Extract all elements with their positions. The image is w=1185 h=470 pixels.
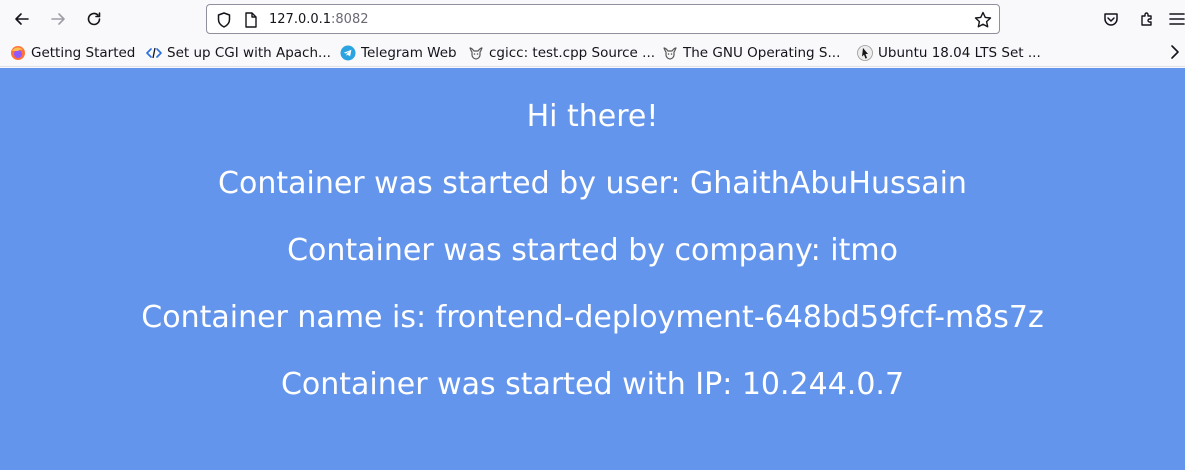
gnu-icon [663, 47, 677, 60]
extensions-button[interactable] [1136, 8, 1158, 30]
code-icon [146, 47, 162, 59]
bookmark-telegram[interactable]: Telegram Web [340, 43, 457, 63]
url-host: 127.0.0.1 [269, 12, 332, 27]
pointer-icon [857, 45, 873, 61]
browser-toolbar: 127.0.0.1:8082 [0, 0, 1185, 38]
url-text[interactable]: 127.0.0.1:8082 [269, 11, 369, 29]
reload-button[interactable] [79, 5, 109, 33]
bookmark-cgi-apache[interactable]: Set up CGI with Apach... [146, 43, 331, 63]
container-name-text: Container name is: frontend-deployment-6… [141, 300, 1044, 335]
bookmark-label: cgicc: test.cpp Source ... [489, 45, 656, 61]
page-icon[interactable] [243, 11, 259, 29]
url-port: :8082 [331, 12, 369, 27]
firefox-icon [11, 46, 25, 60]
started-by-company-text: Container was started by company: itmo [287, 233, 898, 268]
hamburger-icon [1169, 13, 1185, 25]
bookmarks-toolbar: Getting Started Set up CGI with Apach...… [0, 38, 1185, 67]
bookmark-cgicc[interactable]: cgicc: test.cpp Source ... [468, 43, 655, 63]
reload-icon [87, 12, 101, 26]
menu-button[interactable] [1166, 8, 1185, 30]
bookmark-label: Telegram Web [361, 45, 457, 61]
arrow-right-icon [51, 13, 65, 25]
bookmark-gnu-os[interactable]: The GNU Operating S... [662, 43, 840, 63]
bookmark-star-icon[interactable] [973, 10, 993, 30]
container-ip-text: Container was started with IP: 10.244.0.… [280, 367, 905, 402]
greeting-text: Hi there! [526, 99, 659, 134]
started-by-user-text: Container was started by user: GhaithAbu… [218, 166, 967, 201]
bookmark-label: Getting Started [31, 45, 136, 61]
chevron-right-icon[interactable] [1167, 44, 1183, 60]
arrow-left-icon [15, 13, 29, 25]
address-bar[interactable]: 127.0.0.1:8082 [206, 4, 1000, 34]
bookmark-label: Set up CGI with Apach... [167, 45, 331, 61]
gnu-icon [469, 47, 483, 60]
pocket-icon [1104, 13, 1118, 26]
forward-button[interactable] [43, 5, 73, 33]
bookmark-ubuntu[interactable]: Ubuntu 18.04 LTS Set ... [857, 43, 1041, 63]
shield-icon[interactable] [215, 11, 233, 29]
page-content: Hi there! Container was started by user:… [0, 68, 1185, 470]
pocket-button[interactable] [1100, 8, 1122, 30]
bookmark-getting-started[interactable]: Getting Started [10, 43, 135, 63]
bookmark-label: Ubuntu 18.04 LTS Set ... [878, 45, 1041, 61]
telegram-icon [340, 45, 356, 61]
back-button[interactable] [7, 5, 37, 33]
bookmark-label: The GNU Operating S... [683, 45, 841, 61]
puzzle-icon [1141, 12, 1152, 26]
